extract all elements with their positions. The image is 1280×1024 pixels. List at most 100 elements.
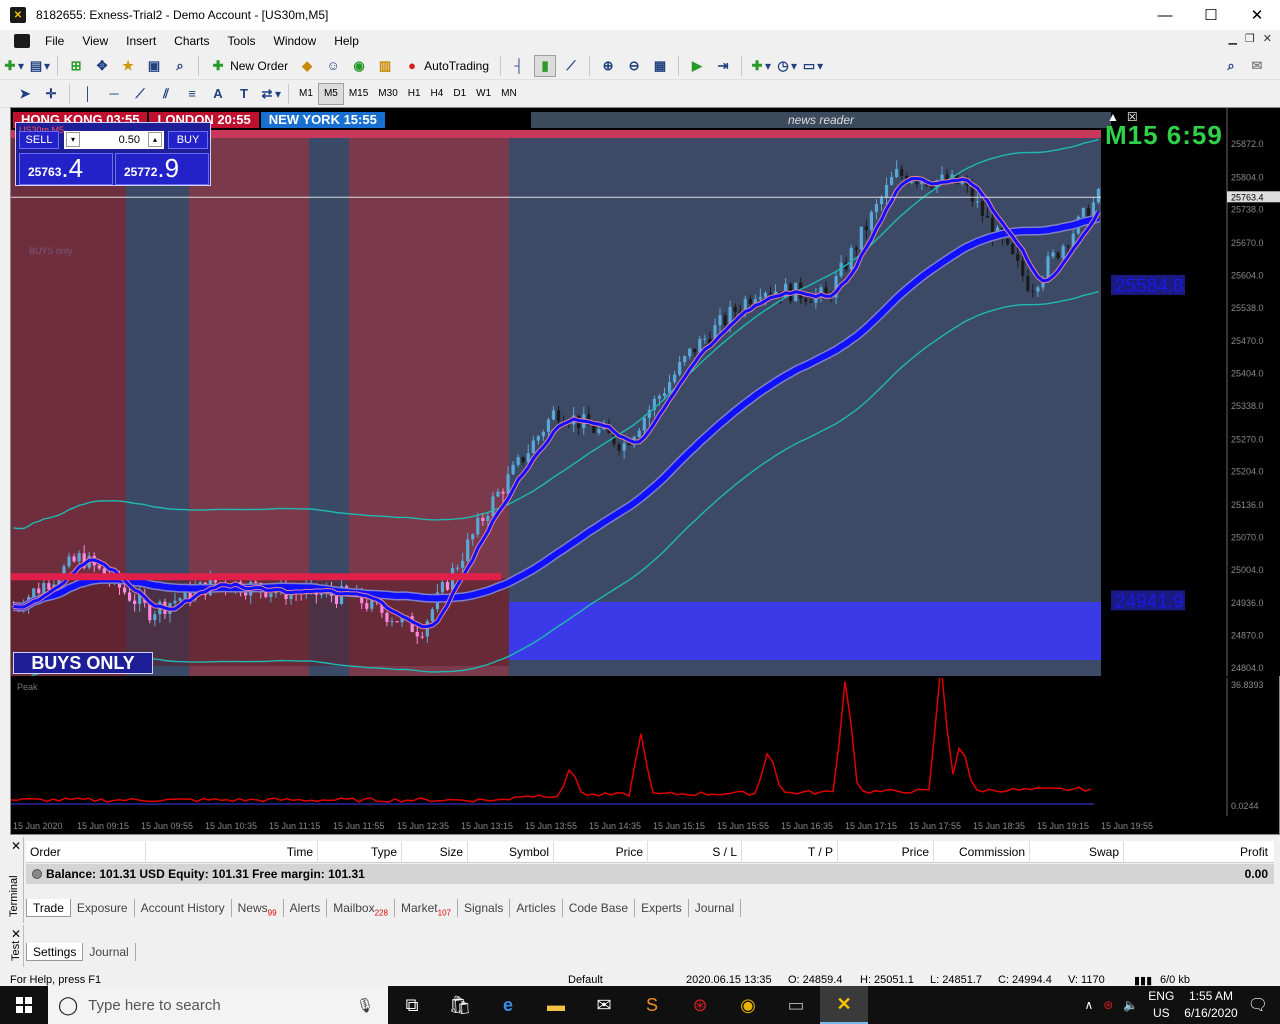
col-sl[interactable]: S / L [648,841,742,863]
task-view-icon[interactable]: ⧉ [388,986,436,1024]
menu-charts[interactable]: Charts [165,34,218,48]
tab-account-history[interactable]: Account History [135,899,232,917]
tab-mailbox[interactable]: Mailbox228 [327,899,395,917]
timeframe-w1[interactable]: W1 [471,83,496,105]
text-icon[interactable]: A [207,83,229,105]
market-icon[interactable]: ▥ [374,55,396,77]
timeframe-m5[interactable]: M5 [317,82,344,105]
tab-exposure[interactable]: Exposure [71,899,135,917]
search-icon[interactable]: ⌕ [1220,55,1242,77]
lot-size-input[interactable]: ▾ 0.50 ▴ [64,131,164,149]
col-profit[interactable]: Profit [1124,841,1272,863]
tab-experts[interactable]: Experts [635,899,689,917]
profiles-button[interactable]: ▤ ▾ [28,55,50,77]
tab-news[interactable]: News99 [232,899,284,917]
col-commission[interactable]: Commission [934,841,1030,863]
col-current-price[interactable]: Price [838,841,934,863]
timeframe-h4[interactable]: H4 [426,83,449,105]
market-watch-icon[interactable]: ⊞ [65,55,87,77]
arrows-icon[interactable]: ⇄ ▾ [259,83,281,105]
menu-insert[interactable]: Insert [117,34,165,48]
notifications-icon[interactable]: 🗨 [1248,995,1268,1015]
tray-antivirus-icon[interactable]: ⊛ [1103,998,1113,1012]
tab-journal[interactable]: Journal [689,899,742,917]
edge-icon[interactable]: e [484,986,532,1024]
navigator-icon[interactable]: ✥ [91,55,113,77]
strategy-tester-icon[interactable]: ⌕ [169,55,191,77]
chart-window-icon[interactable] [14,34,30,48]
chart-window[interactable]: 25872.0 25804.0 25738.0 25670.0 25604.0 25538… [10,107,1280,835]
col-type[interactable]: Type [318,841,402,863]
language-indicator[interactable]: ENG US [1148,988,1174,1022]
antivirus-icon[interactable]: ⊛ [676,986,724,1024]
mdi-restore-icon[interactable]: ❐ [1245,32,1255,45]
chat-icon[interactable]: ✉ [1246,55,1268,77]
crosshair-icon[interactable]: ✛ [40,83,62,105]
cursor-icon[interactable]: ➤ [14,83,36,105]
timeframe-d1[interactable]: D1 [448,83,471,105]
chrome-icon[interactable]: ◉ [724,986,772,1024]
ask-price-button[interactable]: 25772 .9 [115,153,209,185]
clock[interactable]: 1:55 AM 6/16/2020 [1184,988,1237,1022]
tab-alerts[interactable]: Alerts [284,899,328,917]
candlestick-chart-icon[interactable]: ▮ [534,54,557,77]
menu-help[interactable]: Help [325,34,368,48]
tray-chevron-icon[interactable]: ∧ [1084,998,1093,1012]
terminal-icon[interactable]: ▣ [143,55,165,77]
tab-articles[interactable]: Articles [510,899,563,917]
maximize-button[interactable]: ☐ [1188,0,1234,30]
buy-button[interactable]: BUY [168,131,208,149]
col-tp[interactable]: T / P [742,841,838,863]
templates-button[interactable]: ▭ ▾ [801,55,823,77]
tab-signals[interactable]: Signals [458,899,511,917]
video-app-icon[interactable]: ▭ [772,986,820,1024]
tab-market[interactable]: Market107 [395,899,459,917]
mdi-close-icon[interactable]: ✕ [1263,32,1272,45]
tab-tester-journal[interactable]: Journal [83,943,136,961]
lot-increment-icon[interactable]: ▴ [148,132,162,147]
vertical-line-icon[interactable]: │ [77,83,99,105]
timeframe-h1[interactable]: H1 [403,83,426,105]
autotrading-button[interactable]: ● AutoTrading [400,55,493,77]
data-window-icon[interactable]: ★ [117,55,139,77]
file-explorer-icon[interactable]: ▬ [532,986,580,1024]
new-chart-button[interactable]: ✚ ▾ [2,55,24,77]
equidistant-channel-icon[interactable]: ⫽ [155,83,177,105]
periods-button[interactable]: ◷ ▾ [775,55,797,77]
tab-trade[interactable]: Trade [26,899,71,917]
lot-dropdown-icon[interactable]: ▾ [66,132,80,147]
peak-indicator-chart[interactable]: 36.8393 0.0244 [11,678,1280,816]
metaeditor-icon[interactable]: ◆ [296,55,318,77]
close-button[interactable]: ✕ [1234,0,1280,30]
auto-scroll-icon[interactable]: ▶ [686,55,708,77]
menu-window[interactable]: Window [265,34,326,48]
terminal-close-icon[interactable]: ✕ [11,839,21,853]
tile-windows-icon[interactable]: ▦ [649,55,671,77]
col-time[interactable]: Time [146,841,318,863]
news-reader-panel[interactable]: news reader [531,112,1111,128]
balance-row[interactable]: Balance: 101.31 USD Equity: 101.31 Free … [26,864,1274,884]
bar-chart-icon[interactable]: ┤ [508,55,530,77]
chart-shift-icon[interactable]: ⇥ [712,55,734,77]
horizontal-line-icon[interactable]: ─ [103,83,125,105]
col-order[interactable]: Order [26,841,146,863]
mdi-minimize-icon[interactable]: ▁ [1228,32,1236,45]
zoom-in-icon[interactable]: ⊕ [597,55,619,77]
sublime-icon[interactable]: S [628,986,676,1024]
minimize-button[interactable]: — [1142,0,1188,30]
fibonacci-icon[interactable]: ≡ [181,83,203,105]
tester-close-icon[interactable]: ✕ [11,927,21,941]
menu-tools[interactable]: Tools [219,34,265,48]
status-profile[interactable]: Default [568,974,603,986]
line-chart-icon[interactable]: ⟋ [560,55,582,77]
tab-code-base[interactable]: Code Base [563,899,636,917]
timeframe-m30[interactable]: M30 [373,83,402,105]
col-swap[interactable]: Swap [1030,841,1124,863]
microphone-icon[interactable]: 🎙 [356,997,374,1014]
new-order-button[interactable]: ✚ New Order [206,55,292,77]
speaker-icon[interactable]: 🔈 [1123,998,1138,1012]
timeframe-m15[interactable]: M15 [344,83,373,105]
timeframe-mn[interactable]: MN [496,83,522,105]
col-price[interactable]: Price [554,841,648,863]
tab-settings[interactable]: Settings [26,943,84,961]
